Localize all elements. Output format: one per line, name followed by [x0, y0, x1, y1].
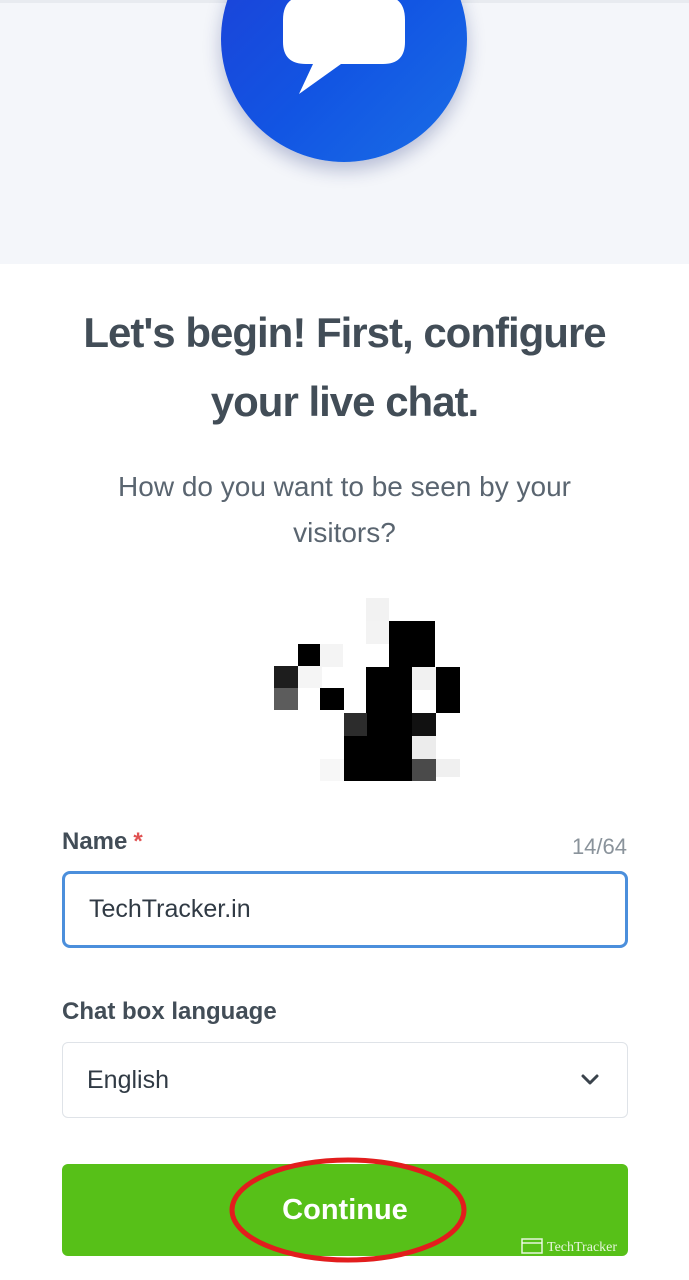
character-counter: 14/64	[571, 834, 627, 859]
chevron-down-icon	[581, 1074, 599, 1085]
name-label: Name *	[62, 828, 143, 856]
language-label: Chat box language	[62, 998, 277, 1025]
name-input-value: TechTracker.in	[89, 895, 251, 923]
page-subtitle: How do you want to be seen by your visit…	[118, 471, 571, 548]
language-select-value: English	[87, 1065, 169, 1094]
language-select[interactable]: English	[62, 1042, 628, 1118]
name-label-text: Name	[62, 828, 128, 855]
chat-bubble-icon	[283, 0, 405, 94]
title-line-1: Let's begin! First, configure	[83, 309, 606, 356]
required-indicator: *	[133, 828, 143, 855]
pixelated-avatar-icon	[274, 598, 460, 781]
name-input[interactable]: TechTracker.in	[62, 871, 628, 948]
hero-banner	[0, 0, 689, 264]
title-line-2: your live chat.	[210, 378, 479, 425]
watermark: TechTracker	[521, 1238, 617, 1255]
chat-logo	[221, 0, 467, 162]
page-title: Let's begin! First, configure your live …	[60, 298, 629, 436]
avatar-image[interactable]	[274, 594, 464, 784]
watermark-text: TechTracker	[547, 1240, 617, 1255]
